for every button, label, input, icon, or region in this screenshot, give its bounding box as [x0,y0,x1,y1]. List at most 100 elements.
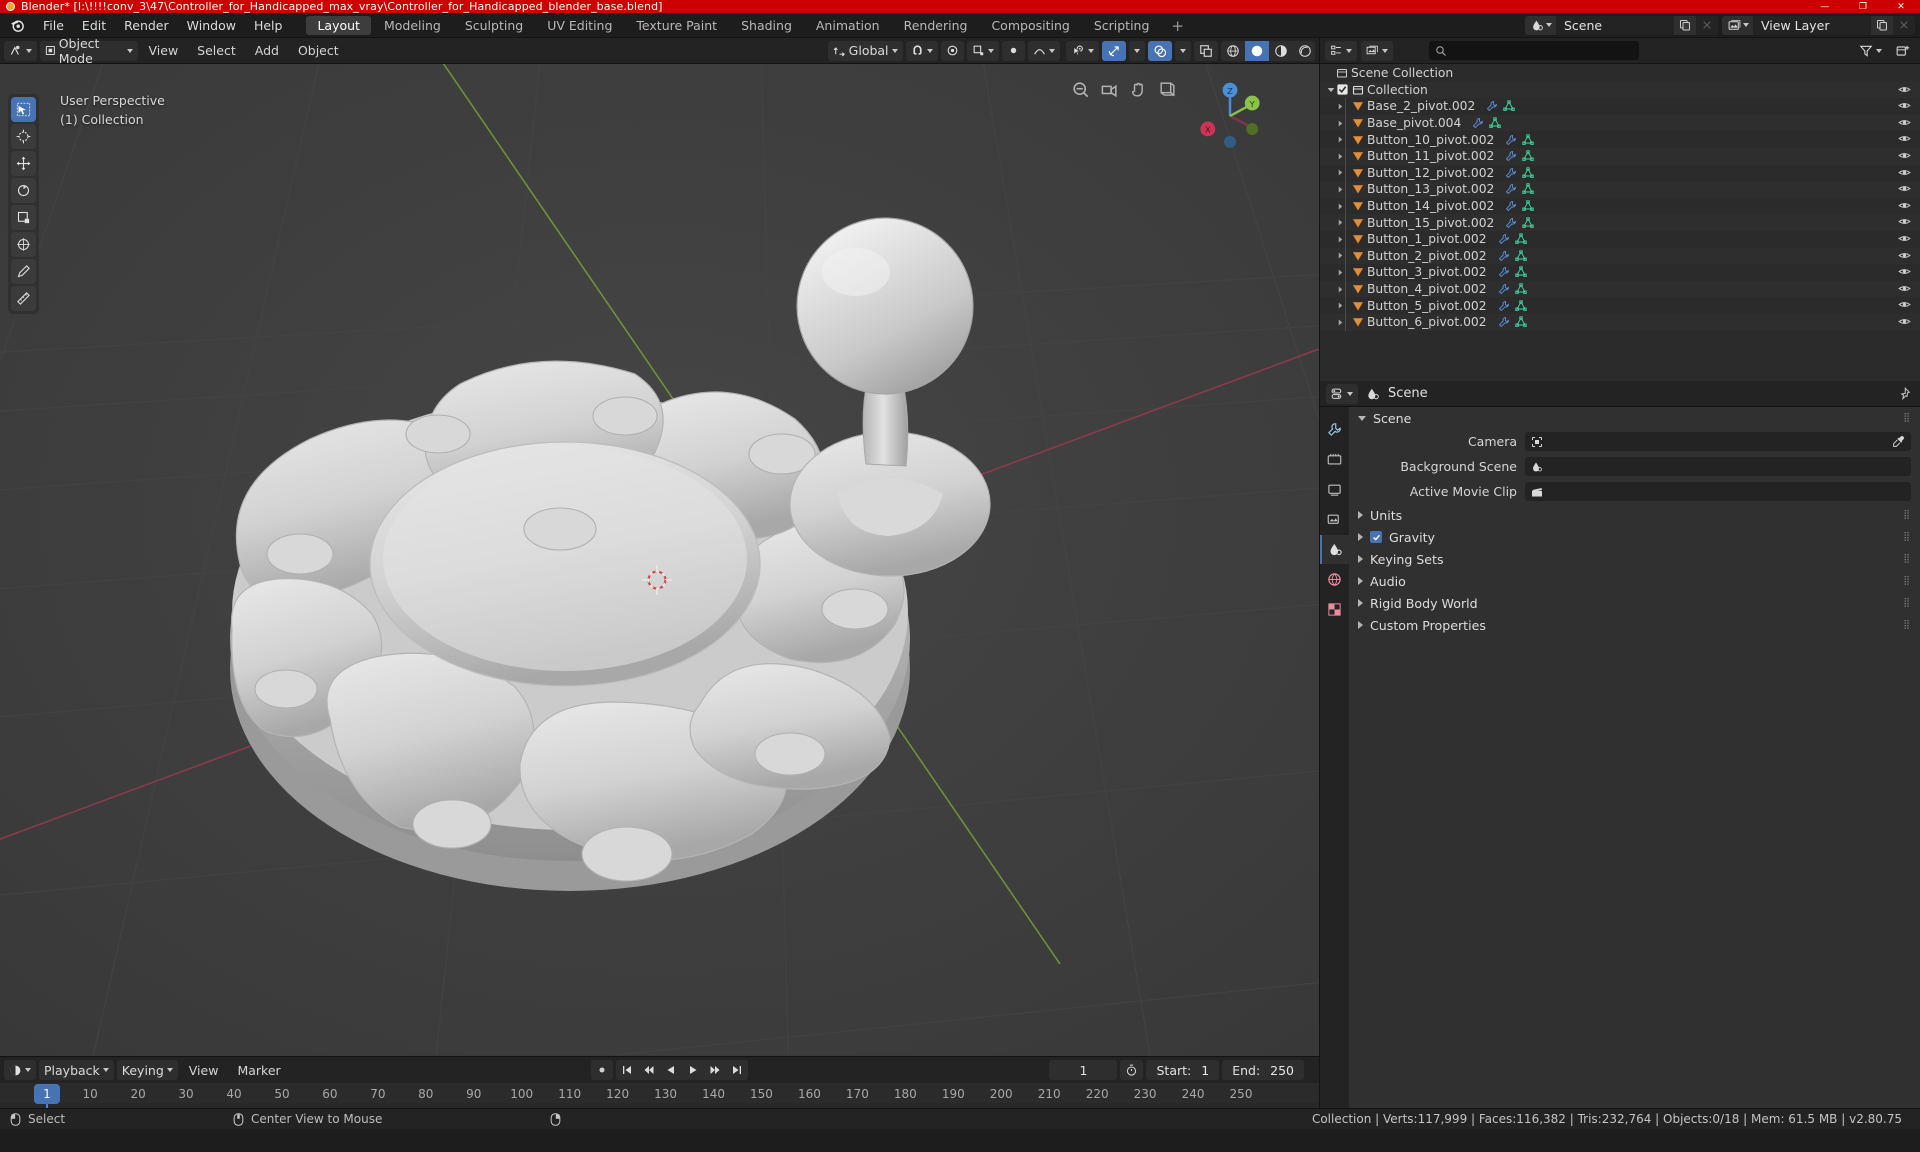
start-frame-field[interactable]: Start: 1 [1146,1060,1219,1080]
tool-select-box-icon[interactable] [11,97,36,122]
scene-icon[interactable] [1525,16,1556,35]
object-data-icons[interactable] [1505,134,1534,146]
modifier-wrench-icon[interactable] [1486,100,1498,112]
menu-file[interactable]: File [34,13,73,37]
viewport-menu-object[interactable]: Object [290,41,347,61]
modifier-wrench-icon[interactable] [1505,217,1517,229]
properties-section-header[interactable]: Custom Properties⣿ [1349,614,1920,636]
auto-keying-button[interactable] [591,1060,613,1080]
object-visibility-eye-icon[interactable] [1898,249,1911,265]
object-visibility-eye-icon[interactable] [1898,149,1911,165]
outliner-object-row[interactable]: Button_5_pivot.002 [1320,297,1920,314]
minimize-button[interactable]: — [1806,0,1844,13]
proportional-editing-button[interactable] [941,41,964,61]
object-visibility-eye-icon[interactable] [1898,132,1911,148]
blender-logo-icon[interactable] [0,13,34,37]
tool-transform-icon[interactable] [11,232,36,257]
properties-section-header[interactable]: Audio⣿ [1349,570,1920,592]
window-controls[interactable]: — ❐ ✕ [1806,0,1920,13]
overlays-toggle-button[interactable] [1148,41,1172,61]
timeline-menu-keying[interactable]: Keying [117,1060,178,1080]
snap-during-transform-button[interactable] [1002,41,1025,61]
mesh-data-icon[interactable] [1515,283,1527,295]
tab-scene-icon[interactable] [1320,535,1349,564]
workspace-tab-animation[interactable]: Animation [805,16,891,35]
modifier-wrench-icon[interactable] [1505,200,1517,212]
object-visibility-eye-icon[interactable] [1898,199,1911,215]
mesh-data-icon[interactable] [1503,100,1515,112]
snap-magnet-button[interactable] [906,41,938,61]
object-data-icons[interactable] [1498,300,1527,312]
object-data-icons[interactable] [1498,250,1527,262]
outliner-object-row[interactable]: Button_14_pivot.002 [1320,198,1920,215]
object-data-icons[interactable] [1505,217,1534,229]
play-reverse-button[interactable] [660,1060,682,1080]
mesh-data-icon[interactable] [1515,250,1527,262]
timeline-editor-type-icon[interactable] [4,1060,36,1080]
scene-panel-header[interactable]: Scene ⣿ [1349,407,1920,429]
modifier-wrench-icon[interactable] [1498,233,1510,245]
3d-viewport[interactable]: User Perspective (1) Collection [0,64,1319,1056]
outliner-search-input[interactable] [1429,41,1639,60]
mesh-data-icon[interactable] [1522,150,1534,162]
viewport-menu-add[interactable]: Add [247,41,287,61]
xray-toggle-button[interactable] [1194,41,1218,61]
eyedropper-icon[interactable] [1892,435,1905,448]
shading-solid-button[interactable] [1245,41,1269,61]
outliner-object-row[interactable]: Button_4_pivot.002 [1320,281,1920,298]
gizmo-options-button[interactable] [1129,41,1145,61]
camera-view-icon[interactable] [1098,78,1121,101]
object-data-icons[interactable] [1498,316,1527,328]
scene-name-field[interactable]: Scene [1556,16,1674,35]
modifier-wrench-icon[interactable] [1472,117,1484,129]
properties-section-header[interactable]: Keying Sets⣿ [1349,548,1920,570]
next-keyframe-button[interactable] [704,1060,726,1080]
pivot-point-button[interactable] [967,41,999,61]
properties-section-header[interactable]: Rigid Body World⣿ [1349,592,1920,614]
tool-move-icon[interactable] [11,151,36,176]
object-data-icons[interactable] [1498,283,1527,295]
viewport-toolbar[interactable] [8,94,39,314]
outliner-new-collection-icon[interactable] [1891,41,1915,61]
viewport-nav-buttons[interactable] [1069,78,1179,101]
outliner-filter-icon[interactable] [1854,41,1887,61]
outliner-object-row[interactable]: Base_pivot.004 [1320,115,1920,132]
mesh-data-icon[interactable] [1522,200,1534,212]
object-data-icons[interactable] [1498,233,1527,245]
workspace-tab-rendering[interactable]: Rendering [893,16,979,35]
mesh-data-icon[interactable] [1515,266,1527,278]
workspace-tab-compositing[interactable]: Compositing [980,16,1080,35]
workspace-tab-scripting[interactable]: Scripting [1083,16,1161,35]
section-triangle-icon[interactable] [1358,621,1363,629]
end-frame-field[interactable]: End: 250 [1222,1060,1304,1080]
play-button[interactable] [682,1060,704,1080]
tab-render-icon[interactable] [1320,445,1349,474]
mesh-data-icon[interactable] [1515,316,1527,328]
shading-rendered-button[interactable] [1293,41,1315,61]
outliner-object-row[interactable]: Button_10_pivot.002 [1320,131,1920,148]
outliner-row-scene-collection[interactable]: Scene Collection [1320,65,1920,82]
outliner-object-row[interactable]: Button_12_pivot.002 [1320,165,1920,182]
playback-controls[interactable] [616,1060,748,1080]
menu-render[interactable]: Render [115,13,178,37]
transform-orientation-selector[interactable]: Global [828,41,903,61]
scene-panel-triangle-icon[interactable] [1358,416,1366,421]
outliner-tree[interactable]: Scene Collection Collection [1320,64,1920,381]
background-scene-field[interactable] [1525,457,1911,476]
object-visibility-eye-icon[interactable] [1898,282,1911,298]
view-layer-selector[interactable]: View Layer [1722,16,1915,35]
outliner-object-row[interactable]: Button_11_pivot.002 [1320,148,1920,165]
new-scene-button[interactable] [1674,16,1696,35]
modifier-wrench-icon[interactable] [1505,167,1517,179]
pin-icon[interactable] [1900,387,1914,401]
scene-selector[interactable]: Scene [1525,16,1718,35]
use-preview-range-icon[interactable] [1120,1060,1143,1080]
properties-tab-strip[interactable] [1320,407,1349,1108]
section-triangle-icon[interactable] [1358,533,1363,541]
object-visibility-eye-icon[interactable] [1898,265,1911,281]
mesh-data-icon[interactable] [1522,183,1534,195]
tool-cursor-icon[interactable] [11,124,36,149]
workspace-tab-modeling[interactable]: Modeling [373,16,452,35]
collection-expand-arrow-icon[interactable] [1324,86,1337,94]
mesh-data-icon[interactable] [1515,300,1527,312]
